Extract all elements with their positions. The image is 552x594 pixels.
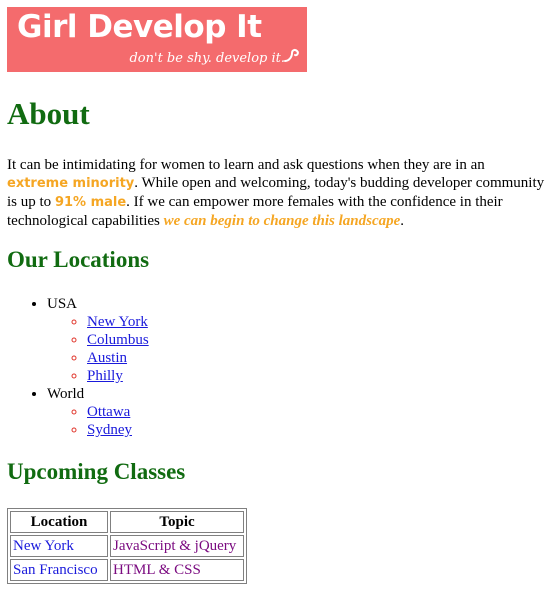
city-item: Sydney bbox=[87, 421, 149, 439]
highlight-extreme-minority: extreme minority bbox=[7, 176, 135, 191]
location-group-world: World Ottawa Sydney bbox=[47, 385, 149, 439]
classes-heading: Upcoming Classes bbox=[7, 459, 186, 484]
about-text-1: It can be intimidating for women to lear… bbox=[7, 157, 485, 173]
city-item: Ottawa bbox=[87, 403, 149, 421]
city-link-sydney[interactable]: Sydney bbox=[87, 422, 132, 438]
logo-tagline: don't be shy. develop it. bbox=[129, 51, 285, 66]
class-topic-cell: JavaScript & jQuery bbox=[110, 535, 244, 557]
class-location-cell: New York bbox=[10, 535, 108, 557]
location-group-label: USA bbox=[47, 296, 78, 312]
location-group-label: World bbox=[47, 386, 85, 402]
locations-list: USA New York Columbus Austin Philly Worl… bbox=[0, 295, 149, 439]
table-header-row: Location Topic bbox=[10, 511, 244, 533]
city-item: New York bbox=[87, 313, 149, 331]
city-item: Columbus bbox=[87, 331, 149, 349]
highlight-male-percent: 91% male bbox=[54, 195, 127, 210]
city-link-columbus[interactable]: Columbus bbox=[87, 332, 149, 348]
city-item: Philly bbox=[87, 367, 149, 385]
swirl-icon bbox=[284, 48, 299, 62]
table-row: New York JavaScript & jQuery bbox=[10, 535, 244, 557]
class-topic-cell: HTML & CSS bbox=[110, 559, 244, 581]
about-heading: About bbox=[7, 96, 90, 131]
about-paragraph: It can be intimidating for women to lear… bbox=[7, 156, 547, 230]
class-location-cell: San Francisco bbox=[10, 559, 108, 581]
city-link-new-york[interactable]: New York bbox=[87, 314, 148, 330]
column-header-location: Location bbox=[10, 511, 108, 533]
city-list: Ottawa Sydney bbox=[47, 403, 149, 439]
about-text-4: . bbox=[400, 213, 405, 229]
table-row: San Francisco HTML & CSS bbox=[10, 559, 244, 581]
city-link-austin[interactable]: Austin bbox=[87, 350, 127, 366]
city-link-ottawa[interactable]: Ottawa bbox=[87, 404, 130, 420]
city-link-philly[interactable]: Philly bbox=[87, 368, 123, 384]
classes-table: Location Topic New York JavaScript & jQu… bbox=[7, 508, 247, 584]
logo: Girl Develop It don't be shy. develop it… bbox=[7, 7, 307, 72]
city-item: Austin bbox=[87, 349, 149, 367]
location-group-usa: USA New York Columbus Austin Philly bbox=[47, 295, 149, 385]
city-list: New York Columbus Austin Philly bbox=[47, 313, 149, 385]
column-header-topic: Topic bbox=[110, 511, 244, 533]
locations-heading: Our Locations bbox=[7, 247, 150, 272]
highlight-change-landscape: we can begin to change this landscape bbox=[163, 213, 401, 229]
logo-title: Girl Develop It bbox=[17, 9, 262, 45]
